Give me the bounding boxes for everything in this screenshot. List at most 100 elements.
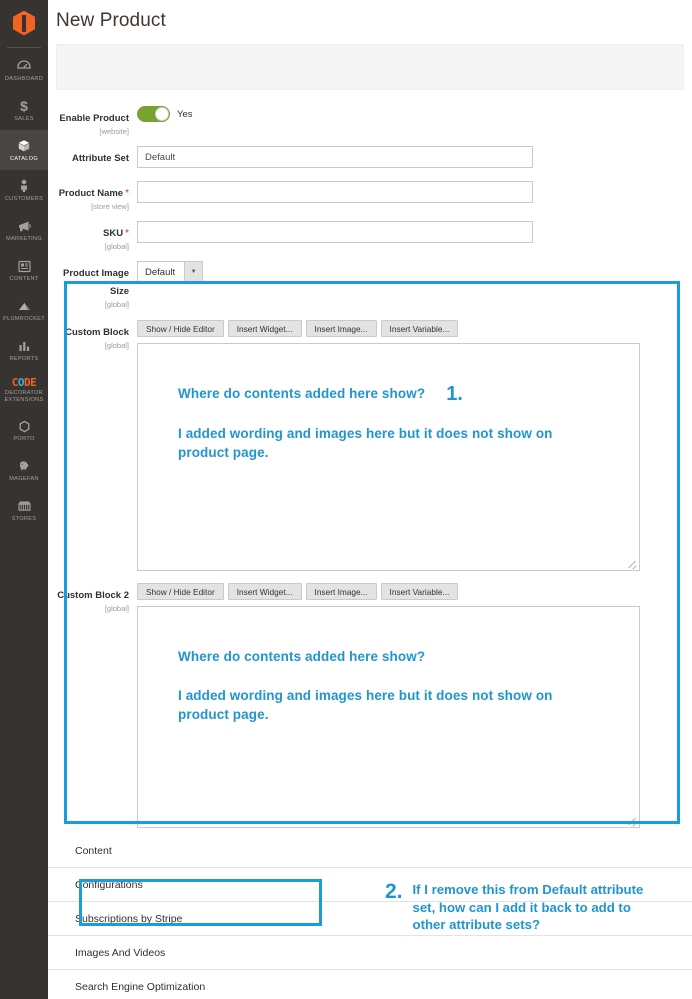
marketing-megaphone-icon [17, 218, 32, 234]
product-image-size-select[interactable]: Default ▼ [137, 261, 204, 283]
insert-widget-button[interactable]: Insert Widget... [227, 583, 302, 600]
field-scope: [global] [104, 242, 129, 251]
sidebar-item-label: CONTENT [9, 276, 39, 282]
field-custom-block-2: Custom Block 2 [global] Show / Hide Edit… [48, 583, 692, 828]
insert-widget-button[interactable]: Insert Widget... [227, 320, 302, 337]
content-icon [17, 258, 31, 274]
sidebar-item-label: MAGEFAN [9, 476, 39, 482]
field-product-image-size: Product Image Size [global] Default ▼ [48, 261, 692, 310]
annotation-block2-line1: Where do contents added here show? [178, 649, 426, 664]
sidebar-item-catalog[interactable]: CATALOG [0, 130, 48, 170]
sidebar-item-label: PLUMROCKET [3, 316, 45, 322]
annotation-two: 2. If I remove this from Default attribu… [385, 881, 658, 934]
plumrocket-icon [17, 298, 32, 314]
field-control [137, 181, 692, 203]
textarea-resize-handle[interactable] [628, 816, 637, 825]
sidebar-item-porto[interactable]: PORTO [0, 410, 48, 450]
textarea-resize-handle[interactable] [628, 559, 637, 568]
field-scope: [global] [104, 300, 129, 309]
field-label-wrap: Attribute Set [48, 146, 137, 166]
sidebar-item-reports[interactable]: REPORTS [0, 330, 48, 370]
sidebar-item-magefan[interactable]: MAGEFAN [0, 450, 48, 490]
attribute-set-input[interactable] [137, 146, 533, 168]
section-label: Content [75, 845, 112, 857]
sidebar-item-plumrocket[interactable]: PLUMROCKET [0, 290, 48, 330]
section-row-search-engine-optimization[interactable]: Search Engine Optimization [48, 970, 692, 999]
annotation-one-number: 1. [446, 383, 463, 405]
sidebar-item-label: DASHBOARD [4, 76, 44, 82]
field-label-wrap: SKU * [global] [48, 221, 137, 252]
field-control: Default ▼ [137, 261, 692, 283]
porto-icon [18, 418, 31, 434]
field-control: Yes [137, 106, 692, 122]
annotation-block2-line2: I added wording and images here but it d… [178, 688, 553, 722]
field-scope: [global] [104, 341, 129, 350]
stores-icon [17, 498, 32, 514]
enable-product-toggle-row: Yes [137, 106, 692, 122]
annotation-one-heading: Where do contents added here show? 1. [178, 384, 639, 404]
section-row-images-and-videos[interactable]: Images And Videos [48, 936, 692, 970]
field-label-wrap: Enable Product [website] [48, 106, 137, 137]
custom-block-2-textarea[interactable]: Where do contents added here show? I add… [137, 606, 640, 828]
product-name-input[interactable] [137, 181, 533, 203]
sidebar-item-marketing[interactable]: MARKETING [0, 210, 48, 250]
field-label: Custom Block [65, 327, 129, 338]
magento-logo[interactable] [0, 0, 48, 46]
field-enable-product: Enable Product [website] Yes [48, 106, 692, 137]
chevron-down-icon[interactable]: ▼ [184, 262, 203, 282]
field-sku: SKU * [global] [48, 221, 692, 252]
insert-image-button[interactable]: Insert Image... [305, 583, 377, 600]
admin-sidebar: DASHBOARD $ SALES CATALOG CUSTOMERS MARK… [0, 0, 48, 999]
sidebar-item-label: CATALOG [9, 156, 38, 162]
enable-product-toggle[interactable] [137, 106, 170, 122]
field-product-name: Product Name * [store view] [48, 181, 692, 212]
section-row-content[interactable]: Content [48, 834, 692, 868]
required-marker: * [125, 188, 129, 199]
field-label: Custom Block 2 [57, 590, 129, 601]
required-marker: * [125, 228, 129, 239]
field-label: Product Image Size [63, 268, 129, 297]
field-label: Product Name [58, 188, 124, 199]
field-label-wrap: Product Name * [store view] [48, 181, 137, 212]
code-decorator-extensions-icon: CODE [11, 376, 37, 389]
sidebar-item-label: PORTO [13, 436, 35, 442]
select-value: Default [145, 266, 176, 278]
toggle-knob [155, 107, 169, 121]
sidebar-item-label: STORES [11, 516, 37, 522]
dashboard-icon [17, 58, 31, 74]
insert-variable-button[interactable]: Insert Variable... [380, 583, 459, 600]
show-hide-editor-button[interactable]: Show / Hide Editor [137, 320, 224, 337]
section-label: Configurations [75, 878, 143, 891]
magento-logo-icon [13, 10, 35, 36]
annotation-two-number: 2. [385, 880, 403, 903]
product-form: Enable Product [website] Yes Attribute S… [48, 90, 692, 828]
main-content: New Product Enable Product [website] Yes [48, 0, 692, 999]
field-attribute-set: Attribute Set [48, 146, 692, 168]
custom-block-textarea[interactable]: Where do contents added here show? 1. I … [137, 343, 640, 571]
sidebar-item-customers[interactable]: CUSTOMERS [0, 170, 48, 210]
field-scope: [store view] [91, 202, 129, 211]
page-actions-panel [56, 44, 684, 90]
insert-image-button[interactable]: Insert Image... [305, 320, 377, 337]
sku-input[interactable] [137, 221, 533, 243]
catalog-icon [17, 138, 31, 154]
field-control [137, 146, 692, 168]
field-control: Show / Hide Editor Insert Widget... Inse… [137, 583, 692, 828]
show-hide-editor-button[interactable]: Show / Hide Editor [137, 583, 224, 600]
sidebar-item-label: REPORTS [9, 356, 39, 362]
sidebar-item-sales[interactable]: $ SALES [0, 90, 48, 130]
field-label-wrap: Product Image Size [global] [48, 261, 137, 310]
field-label: Enable Product [59, 113, 129, 124]
customers-icon [19, 178, 29, 194]
sidebar-item-decorator-extensions[interactable]: CODE DECORATOR EXTENSIONS [0, 370, 48, 410]
sidebar-item-label: DECORATOR EXTENSIONS [4, 390, 44, 403]
section-label: Subscriptions by Stripe [75, 912, 183, 925]
section-label: Images And Videos [75, 946, 166, 959]
field-scope: [website] [99, 127, 129, 136]
field-label-wrap: Custom Block [global] [48, 320, 137, 351]
sidebar-item-content[interactable]: CONTENT [0, 250, 48, 290]
sidebar-item-stores[interactable]: STORES [0, 490, 48, 530]
insert-variable-button[interactable]: Insert Variable... [380, 320, 459, 337]
sidebar-item-dashboard[interactable]: DASHBOARD [0, 50, 48, 90]
magefan-elephant-icon [17, 458, 32, 474]
